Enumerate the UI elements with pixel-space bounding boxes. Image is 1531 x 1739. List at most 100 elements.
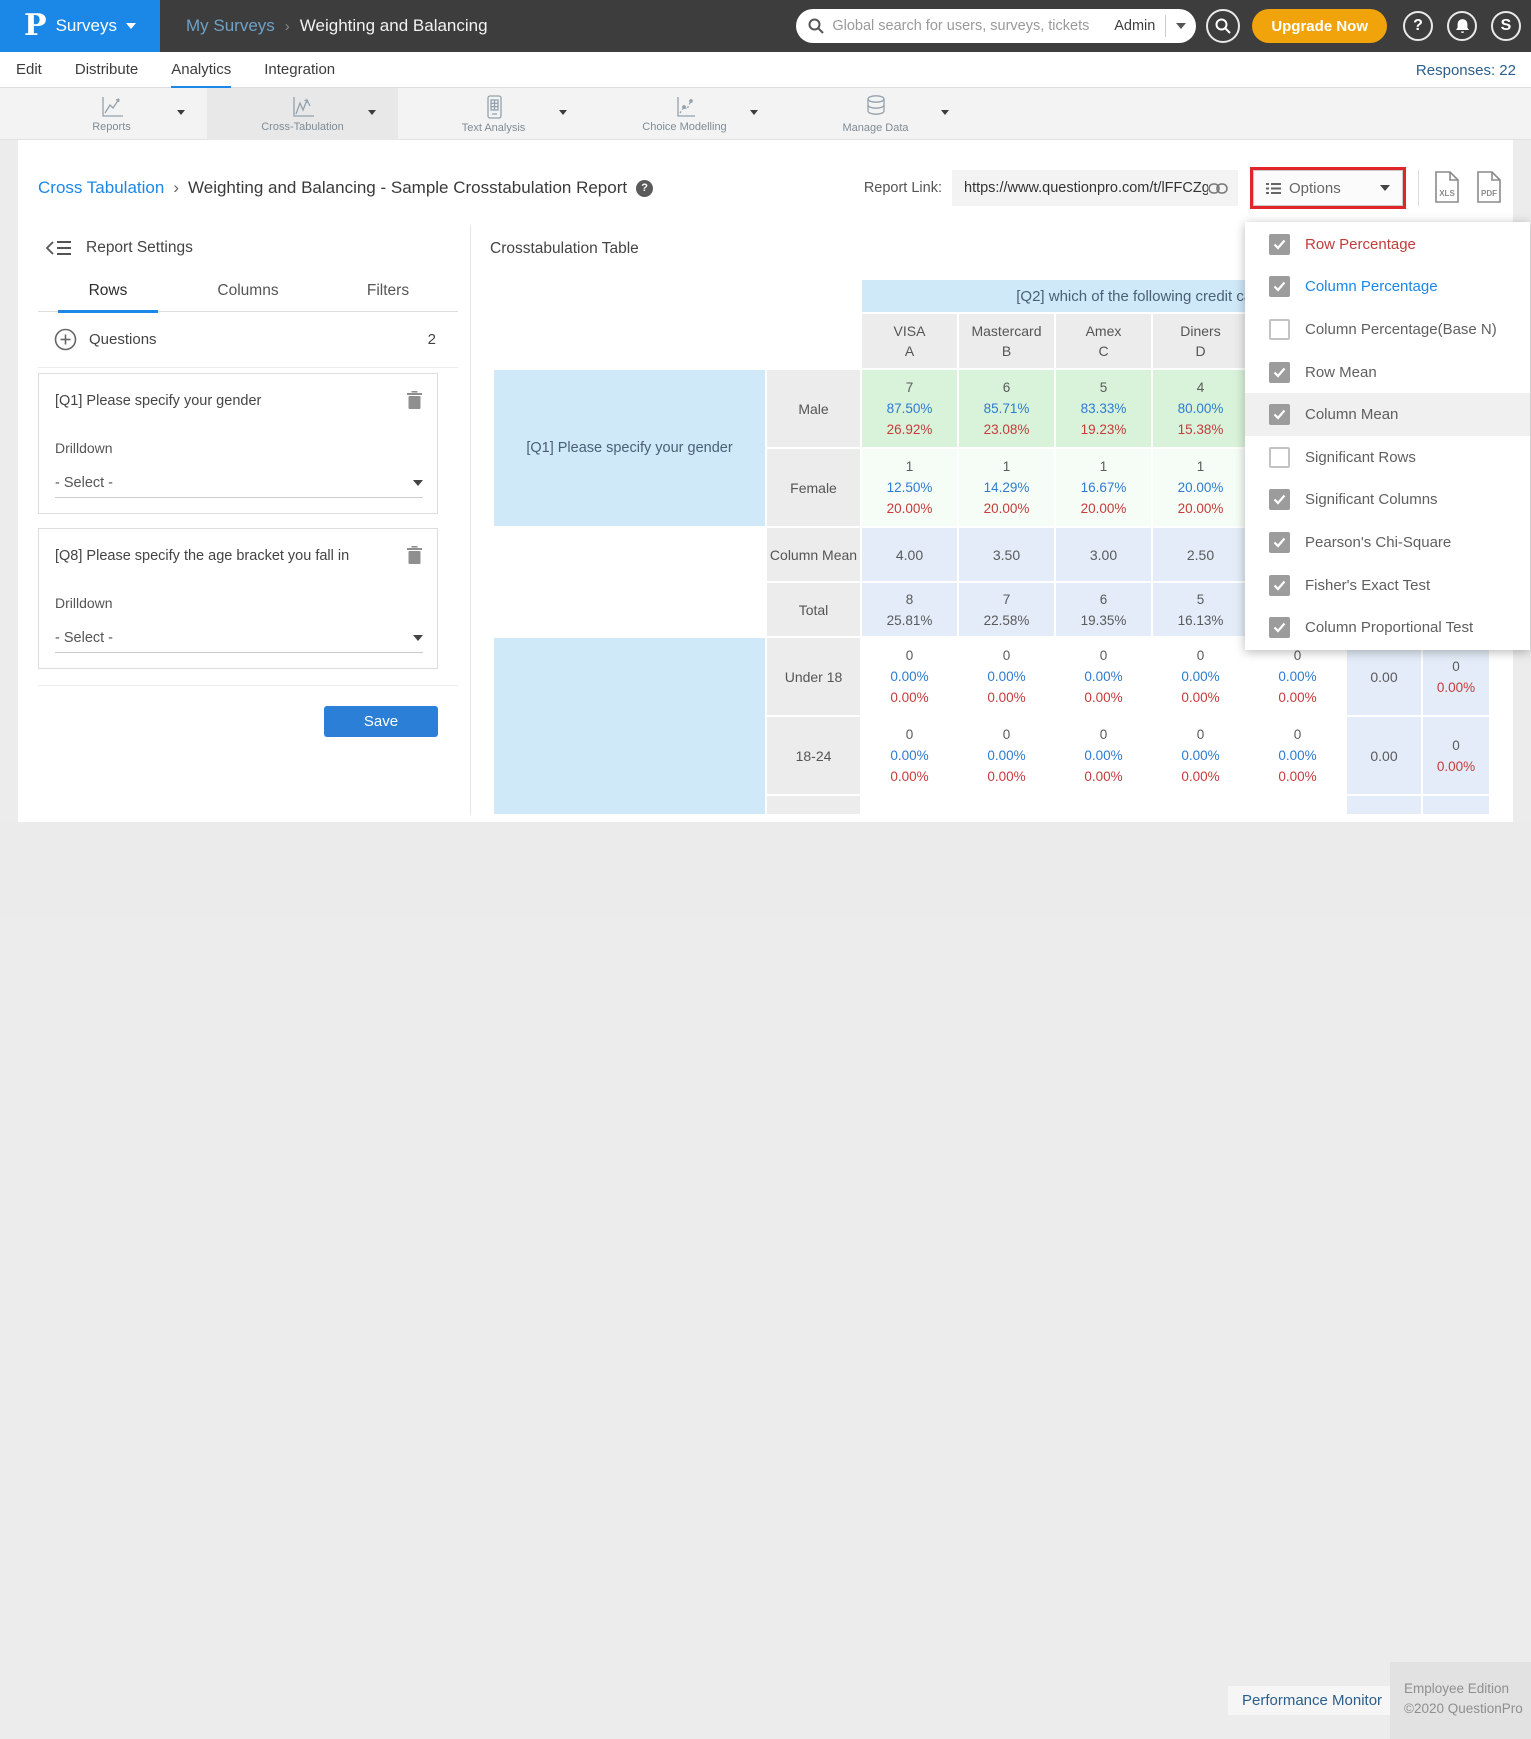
chevron-down-icon [1380,185,1390,191]
add-question-icon[interactable] [54,328,77,351]
table-cell: 787.50%26.92% [862,370,957,447]
chevron-down-icon[interactable] [368,110,376,115]
divider [1418,170,1419,206]
report-url[interactable]: https://www.questionpro.com/t/lFFCZg [964,180,1208,196]
tab-filters[interactable]: Filters [318,274,458,311]
search-submit-button[interactable] [1206,9,1240,43]
total-percentage-value: 22.58% [959,610,1054,631]
checkbox-unchecked[interactable] [1269,319,1290,340]
column-header-diners: DinersD [1153,314,1248,368]
checkbox-unchecked[interactable] [1269,447,1290,468]
performance-monitor-link[interactable]: Performance Monitor [1228,1686,1396,1715]
checkbox-checked[interactable] [1269,532,1290,553]
search-scope-dropdown-icon[interactable] [1176,23,1186,29]
checkbox-checked[interactable] [1269,404,1290,425]
delete-question-icon[interactable] [407,391,422,409]
menu-item-label: Column Percentage(Base N) [1305,321,1497,338]
menu-item-significant-columns[interactable]: Significant Columns [1245,479,1530,522]
tab-integration[interactable]: Integration [264,52,335,88]
column-percentage-value: 20.00% [959,498,1054,519]
collapse-panel-icon[interactable] [46,239,72,257]
export-xls-button[interactable]: XLS [1433,171,1461,206]
table-cell: 120.00%20.00% [1153,449,1248,526]
table-cell: 619.35% [1056,583,1151,636]
column-percentage-value: 0.00% [959,687,1054,708]
chevron-down-icon[interactable] [750,110,758,115]
notifications-button[interactable] [1447,11,1477,41]
chevron-down-icon[interactable] [177,110,185,115]
column-percentage-value: 0.00% [1056,687,1151,708]
options-button[interactable]: Options [1253,170,1403,206]
user-avatar[interactable]: S [1491,11,1521,41]
bell-icon [1455,18,1470,34]
column-percentage-value: 19.23% [1056,419,1151,440]
report-url-field[interactable]: https://www.questionpro.com/t/lFFCZg [952,170,1238,206]
menu-item-fisher-s-exact-test[interactable]: Fisher's Exact Test [1245,564,1530,607]
upgrade-now-button[interactable]: Upgrade Now [1252,9,1387,43]
breadcrumb-my-surveys[interactable]: My Surveys [186,16,275,36]
checkbox-checked[interactable] [1269,489,1290,510]
help-icon[interactable]: ? [636,180,653,197]
tab-columns[interactable]: Columns [178,274,318,311]
tab-edit[interactable]: Edit [16,52,42,88]
table-cell [862,796,957,814]
q8-row-question-header [494,638,765,814]
menu-item-column-proportional-test[interactable]: Column Proportional Test [1245,606,1530,649]
tab-distribute[interactable]: Distribute [75,52,138,88]
questions-label: Questions [89,331,157,348]
tool-cross-tabulation[interactable]: Cross-Tabulation [207,88,398,140]
count-value: 0 [1056,645,1151,666]
menu-item-significant-rows[interactable]: Significant Rows [1245,436,1530,479]
menu-item-pearson-s-chi-square[interactable]: Pearson's Chi-Square [1245,521,1530,564]
q1-row-question-header: [Q1] Please specify your gender [494,370,765,526]
export-pdf-button[interactable]: PDF [1475,171,1503,206]
count-value: 1 [862,456,957,477]
row-percentage-value: 0.00% [862,745,957,766]
database-icon [864,94,888,120]
checkbox-checked[interactable] [1269,617,1290,638]
count-value: 0 [862,645,957,666]
tool-choice-modelling[interactable]: Choice Modelling [589,88,780,140]
table-cell [1153,796,1248,814]
row-label-total: Total [767,583,860,636]
chevron-down-icon[interactable] [559,110,567,115]
chevron-down-icon[interactable] [941,110,949,115]
count-value: 1 [959,456,1054,477]
table-cell: 2.50 [1153,528,1248,581]
menu-item-row-percentage[interactable]: Row Percentage [1245,223,1530,266]
checkbox-checked[interactable] [1269,575,1290,596]
save-button[interactable]: Save [324,706,438,737]
count-value: 0 [1250,724,1345,745]
delete-question-icon[interactable] [407,546,422,564]
list-options-icon [1266,182,1281,195]
table-cell [1250,796,1345,814]
table-cell: 00.00%0.00% [1250,717,1345,794]
cross-tabulation-link[interactable]: Cross Tabulation [38,178,164,198]
menu-item-row-mean[interactable]: Row Mean [1245,351,1530,394]
surveys-product-menu[interactable]: P Surveys [0,0,160,52]
question-mark-icon: ? [1413,17,1423,35]
report-breadcrumb: Cross Tabulation › Weighting and Balanci… [38,178,653,198]
menu-item-column-percentage-base-n[interactable]: Column Percentage(Base N) [1245,308,1530,351]
checkbox-checked[interactable] [1269,234,1290,255]
tool-text-analysis[interactable]: Text Analysis [398,88,589,140]
drilldown-select[interactable]: - Select - [55,468,423,498]
tab-rows[interactable]: Rows [38,274,178,311]
menu-item-column-percentage[interactable]: Column Percentage [1245,266,1530,309]
tool-manage-data[interactable]: Manage Data [780,88,971,140]
tool-reports[interactable]: Reports [16,88,207,140]
checkbox-checked[interactable] [1269,276,1290,297]
column-percentage-value: 20.00% [862,498,957,519]
column-percentage-value: 20.00% [1153,498,1248,519]
count-value: 0 [1423,735,1489,756]
help-button[interactable]: ? [1403,11,1433,41]
row-percentage-value: 16.67% [1056,477,1151,498]
drilldown-select[interactable]: - Select - [55,623,423,653]
avatar-initial: S [1501,17,1512,35]
checkbox-checked[interactable] [1269,362,1290,383]
menu-item-label: Column Percentage [1305,278,1438,295]
tab-analytics[interactable]: Analytics [171,52,231,88]
menu-item-column-mean[interactable]: Column Mean [1245,393,1530,436]
global-search-input[interactable] [832,18,1114,34]
chevron-down-icon [126,23,136,29]
